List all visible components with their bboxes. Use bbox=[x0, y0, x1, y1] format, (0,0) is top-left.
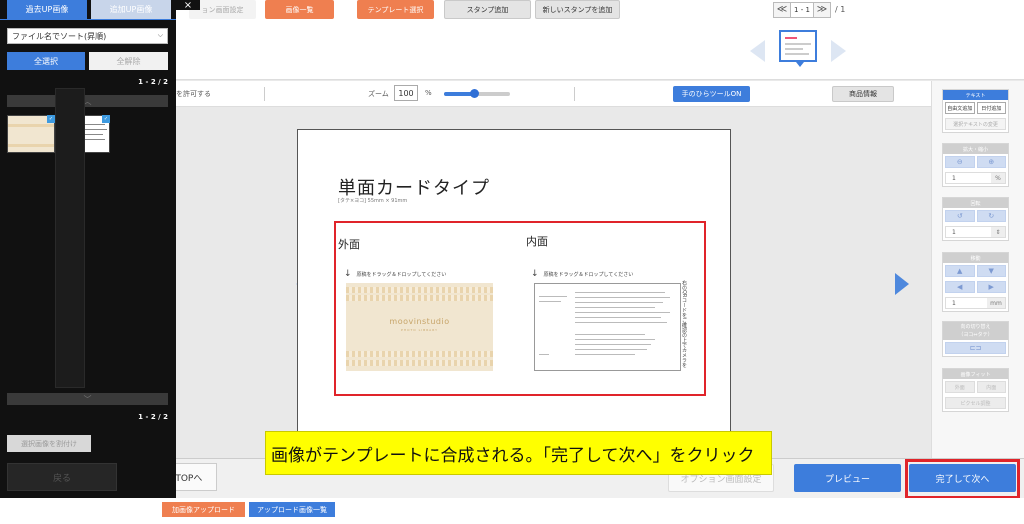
hand-tool-button[interactable]: 手のひらツールON bbox=[673, 86, 750, 102]
uploaded-thumbnail[interactable]: ✓ bbox=[7, 115, 55, 153]
zoom-slider[interactable] bbox=[444, 89, 510, 98]
zoom-out-icon[interactable]: ⊖ bbox=[945, 156, 975, 168]
tab-added-uploads[interactable]: 追加UP画像 bbox=[91, 0, 171, 19]
next-page-arrow-icon[interactable] bbox=[831, 40, 846, 62]
zoom-section-head: 拡大・縮小 bbox=[943, 144, 1008, 154]
image-count-bottom: 1 - 2 / 2 bbox=[138, 413, 168, 421]
move-down-icon[interactable]: ▼ bbox=[976, 265, 1006, 277]
move-section: 移動 ▲ ▼ ◀ ▶ 1 mm bbox=[942, 252, 1009, 312]
free-text-add-button[interactable]: 自由文追加 bbox=[945, 102, 975, 114]
canvas-next-arrow-icon[interactable] bbox=[895, 273, 909, 295]
footer-tabs: 加画像アップロード アップロード画像一覧 bbox=[0, 498, 1024, 524]
assign-selected-button[interactable]: 選択画像を割付け bbox=[7, 435, 91, 452]
divider bbox=[574, 87, 575, 101]
pager-first-button[interactable]: ≪ bbox=[773, 1, 791, 18]
tab-past-uploads[interactable]: 過去UP画像 bbox=[7, 0, 87, 19]
orientation-section-head: 向の切り替え （ヨコ⇔タテ） bbox=[943, 322, 1008, 340]
fit-pixel-button[interactable]: ピクセル調整 bbox=[945, 397, 1006, 409]
zoom-section: 拡大・縮小 ⊖ ⊕ 1% bbox=[942, 143, 1009, 187]
instruction-annotation: 画像がテンプレートに合成される。「完了して次へ」をクリック bbox=[265, 431, 772, 475]
image-list-button[interactable]: 画像一覧 bbox=[265, 0, 334, 19]
zoom-in-icon[interactable]: ⊕ bbox=[976, 156, 1006, 168]
date-add-button[interactable]: 日付追加 bbox=[976, 102, 1006, 114]
template-size: [タテ×ヨコ] 55mm × 91mm bbox=[338, 198, 408, 204]
page-pager: ≪ 1 - 1 ≫ / 1 bbox=[773, 1, 845, 18]
finish-next-highlight bbox=[905, 459, 1020, 499]
rotate-right-icon[interactable]: ↻ bbox=[976, 210, 1006, 222]
zoom-field-value[interactable]: 1 bbox=[946, 175, 991, 182]
move-left-icon[interactable]: ◀ bbox=[945, 281, 975, 293]
orientation-section: 向の切り替え （ヨコ⇔タテ） ⊏⊐ bbox=[942, 321, 1009, 357]
zoom-field-unit: % bbox=[991, 173, 1005, 183]
upload-image-panel: 過去UP画像 追加UP画像 ファイル名でソート(昇順) ⌵ 全選択 全解除 1 … bbox=[0, 0, 176, 498]
chevron-down-icon: ⌵ bbox=[157, 31, 163, 39]
back-button[interactable]: 戻る bbox=[7, 463, 117, 491]
prev-page-arrow-icon[interactable] bbox=[750, 40, 765, 62]
template-select-button[interactable]: テンプレート選択 bbox=[357, 0, 434, 19]
rotate-section: 回転 ↺ ↻ 1 ⇕ bbox=[942, 197, 1009, 241]
move-section-head: 移動 bbox=[943, 253, 1008, 263]
fit-section: 画像フィット 外面 内面 ピクセル調整 bbox=[942, 368, 1009, 412]
background-toolbar-ghost bbox=[55, 88, 85, 388]
zoom-input[interactable]: 100 bbox=[394, 85, 418, 101]
checkbox-checked-icon[interactable]: ✓ bbox=[47, 115, 55, 123]
fit-outer-button[interactable]: 外面 bbox=[945, 381, 975, 393]
current-page-pointer-icon bbox=[796, 62, 804, 67]
stamp-add-button[interactable]: スタンプ追加 bbox=[444, 0, 531, 19]
unselect-all-button[interactable]: 全解除 bbox=[89, 52, 168, 70]
orientation-switch-icon[interactable]: ⊏⊐ bbox=[945, 342, 1006, 354]
move-field-unit: mm bbox=[987, 298, 1005, 308]
close-panel-icon[interactable]: × bbox=[176, 0, 200, 11]
pager-total: / 1 bbox=[835, 5, 846, 14]
sort-select-value: ファイル名でソート(昇順) bbox=[12, 31, 107, 41]
sort-select[interactable]: ファイル名でソート(昇順) ⌵ bbox=[7, 28, 168, 44]
zoom-label: ズーム bbox=[368, 90, 389, 98]
chevron-down-icon: ﹀ bbox=[83, 394, 92, 404]
fit-section-head: 画像フィット bbox=[943, 369, 1008, 379]
scroll-up-button[interactable]: ︿ bbox=[7, 95, 168, 107]
image-count-top: 1 - 2 / 2 bbox=[138, 78, 168, 86]
rotate-left-icon[interactable]: ↺ bbox=[945, 210, 975, 222]
rotate-stepper-icon[interactable]: ⇕ bbox=[991, 227, 1005, 237]
select-all-button[interactable]: 全選択 bbox=[7, 52, 85, 70]
fit-inner-button[interactable]: 内面 bbox=[976, 381, 1006, 393]
pager-last-button[interactable]: ≫ bbox=[813, 1, 831, 18]
preview-button[interactable]: プレビュー bbox=[794, 464, 901, 492]
move-field-value[interactable]: 1 bbox=[946, 300, 987, 307]
rotate-field-value[interactable]: 1 bbox=[946, 229, 991, 236]
composited-area-highlight bbox=[334, 221, 706, 396]
move-up-icon[interactable]: ▲ bbox=[945, 265, 975, 277]
checkbox-checked-icon[interactable]: ✓ bbox=[102, 115, 110, 123]
allow-text: を許可する bbox=[176, 90, 211, 98]
zoom-unit: % bbox=[425, 89, 432, 97]
zoom-slider-knob[interactable] bbox=[469, 89, 479, 98]
uploaded-list-tab[interactable]: アップロード画像一覧 bbox=[249, 502, 335, 517]
product-info-button[interactable]: 商品情報 bbox=[832, 86, 894, 102]
scroll-down-button[interactable]: ﹀ bbox=[7, 393, 168, 405]
pager-value: 1 - 1 bbox=[791, 1, 813, 18]
move-right-icon[interactable]: ▶ bbox=[976, 281, 1006, 293]
rotate-section-head: 回転 bbox=[943, 198, 1008, 208]
text-section-head: テキスト bbox=[943, 90, 1008, 100]
inner-vertical-text: 右のQRコードをご確認の上でカメラをかざしてください bbox=[682, 280, 687, 368]
right-tool-panel: テキスト 自由文追加 日付追加 選択テキストの変更 拡大・縮小 ⊖ ⊕ 1% 回… bbox=[931, 81, 1024, 458]
divider bbox=[264, 87, 265, 101]
options-bar: を許可する ズーム 100 % 手のひらツールON 商品情報 bbox=[176, 81, 931, 107]
new-stamp-add-button[interactable]: 新しいスタンプを追加 bbox=[535, 0, 620, 19]
page-thumbnail[interactable] bbox=[779, 30, 817, 67]
text-section: テキスト 自由文追加 日付追加 選択テキストの変更 bbox=[942, 89, 1009, 133]
selected-text-change-button[interactable]: 選択テキストの変更 bbox=[945, 118, 1006, 130]
add-upload-tab[interactable]: 加画像アップロード bbox=[162, 502, 245, 517]
